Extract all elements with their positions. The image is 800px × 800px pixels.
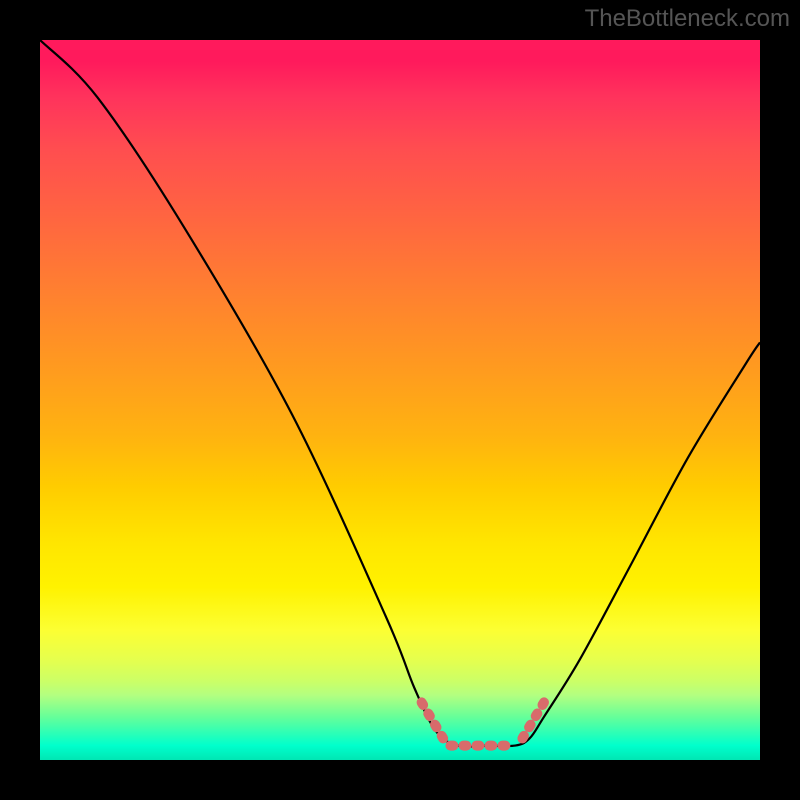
main-curve-path <box>40 40 760 747</box>
highlight-segment <box>422 702 444 738</box>
highlight-segments <box>422 702 544 745</box>
watermark-text: TheBottleneck.com <box>585 5 790 33</box>
curve-svg <box>40 40 760 760</box>
chart-plot-area <box>40 40 760 760</box>
